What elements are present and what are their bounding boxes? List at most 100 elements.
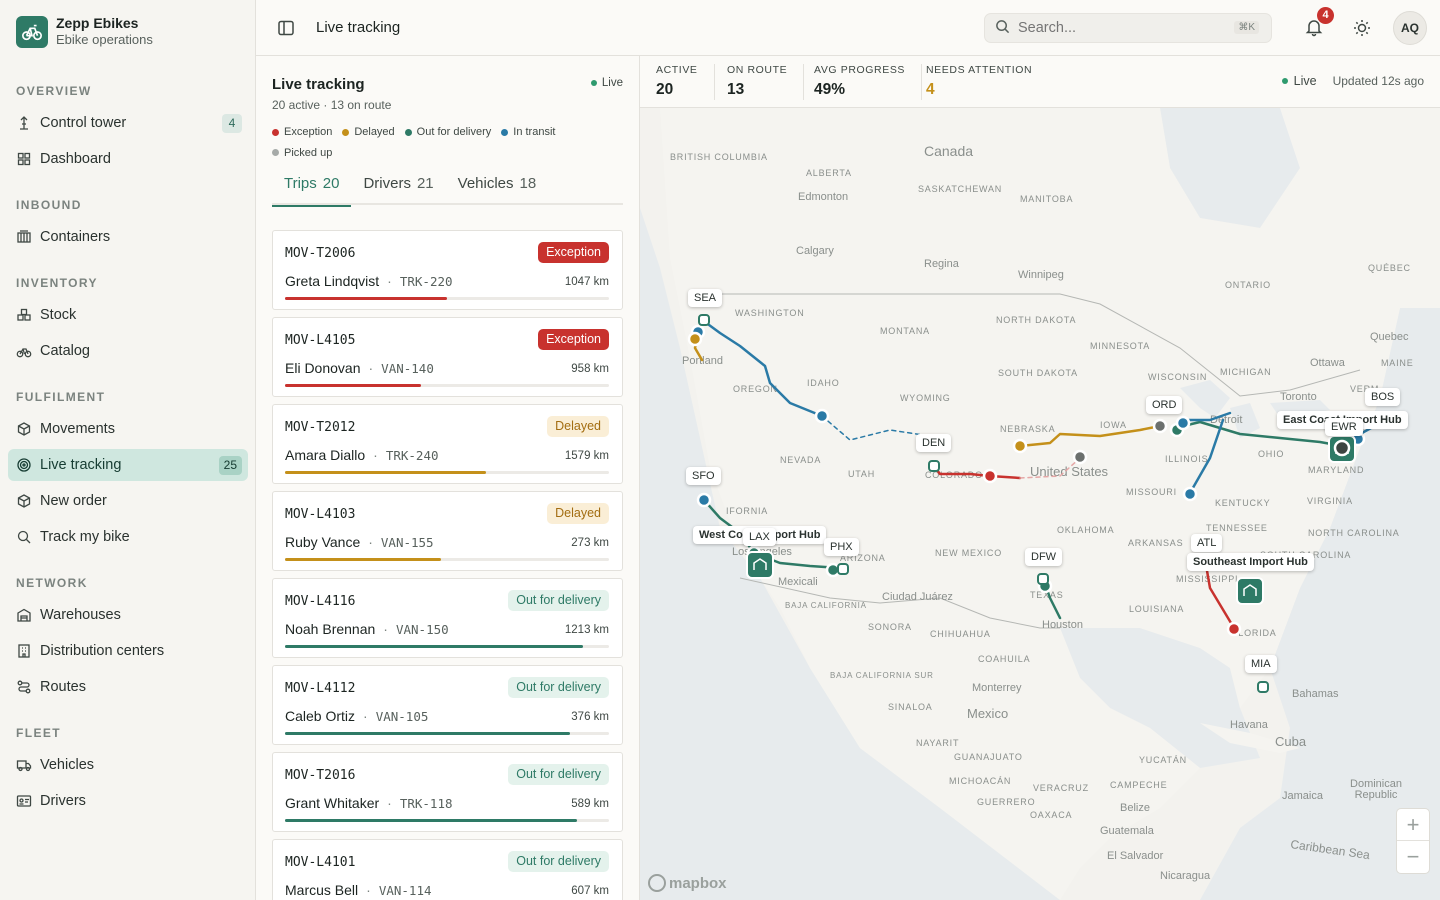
- search-box[interactable]: ⌘K: [984, 13, 1272, 43]
- trip-driver-line: Eli Donovan · VAN-140: [285, 360, 434, 376]
- trip-card[interactable]: MOV-L4105 Exception Eli Donovan · VAN-140 958…: [272, 317, 623, 397]
- separator: ·: [368, 360, 374, 376]
- trip-card[interactable]: MOV-T2012 Delayed Amara Diallo · TRK-240 1579…: [272, 404, 623, 484]
- tracking-map[interactable]: Canada United States Mexico Cuba BRITISH COL…: [640, 108, 1440, 900]
- sidebar-item-label: Routes: [40, 679, 86, 695]
- sidebar-item-control-tower[interactable]: Control tower 4: [8, 107, 248, 139]
- driver-name: Greta Lindqvist: [285, 273, 380, 289]
- marker-sfo[interactable]: [696, 492, 712, 508]
- map-label: SINALOA: [888, 702, 933, 712]
- node-mia[interactable]: [1257, 681, 1269, 693]
- sidebar-item-containers[interactable]: Containers: [8, 221, 248, 253]
- brand[interactable]: Zepp Ebikes Ebike operations: [16, 15, 153, 48]
- marker-sea-2[interactable]: [687, 331, 703, 347]
- updated-time: Updated 12s ago: [1332, 74, 1424, 88]
- vehicle-id: TRK-220: [399, 274, 453, 289]
- sidebar-item-dashboard[interactable]: Dashboard: [8, 143, 248, 175]
- trip-id: MOV-T2012: [285, 420, 356, 435]
- trip-id: MOV-L4116: [285, 594, 356, 609]
- sidebar-item-vehicles[interactable]: Vehicles: [8, 749, 248, 781]
- sidebar-item-label: New order: [40, 493, 107, 509]
- legend-label: Exception: [284, 126, 333, 138]
- node-dfw[interactable]: [1037, 573, 1049, 585]
- map-label: MONTANA: [880, 326, 930, 336]
- trip-distance: 1047 km: [564, 276, 609, 288]
- vehicle-id: TRK-118: [399, 796, 453, 811]
- sidebar-item-stock[interactable]: Stock: [8, 299, 248, 331]
- map-label: Toronto: [1280, 391, 1317, 403]
- zoom-in-button[interactable]: +: [1397, 809, 1429, 841]
- mapbox-icon: [648, 874, 666, 892]
- sidebar-item-drivers[interactable]: Drivers: [8, 785, 248, 817]
- sidebar-item-label: Dashboard: [40, 151, 111, 167]
- progress-track: [285, 384, 609, 387]
- sidebar-item-new-order[interactable]: New order: [8, 485, 248, 517]
- map-label: Ciudad Juárez: [882, 591, 953, 603]
- tab-trips[interactable]: Trips 20: [272, 168, 352, 207]
- map-label: UTAH: [848, 469, 875, 479]
- container-icon: [16, 229, 32, 245]
- driver-name: Amara Diallo: [285, 447, 366, 463]
- sidebar-item-track-my-bike[interactable]: Track my bike: [8, 521, 248, 553]
- trip-card[interactable]: MOV-L4116 Out for delivery Noah Brennan · VA…: [272, 578, 623, 658]
- map-label: NEW MEXICO: [935, 548, 1002, 558]
- map-label: QUÉBEC: [1368, 263, 1411, 273]
- marker-den-red[interactable]: [982, 468, 998, 484]
- trip-card[interactable]: MOV-L4101 Out for delivery Marcus Bell · VAN…: [272, 839, 623, 900]
- driver-name: Eli Donovan: [285, 360, 361, 376]
- sidebar-toggle-icon[interactable]: [276, 18, 296, 38]
- nav-section-title: INBOUND: [16, 198, 82, 212]
- node-label-sea: SEA: [688, 289, 723, 307]
- legend-dot-icon: [272, 128, 279, 136]
- sidebar-item-catalog[interactable]: Catalog: [8, 335, 248, 367]
- trip-distance: 376 km: [571, 711, 609, 723]
- trip-card[interactable]: MOV-L4103 Delayed Ruby Vance · VAN-155 273 km: [272, 491, 623, 571]
- tab-drivers[interactable]: Drivers 21: [351, 168, 445, 205]
- map-label: CHIHUAHUA: [930, 629, 991, 639]
- node-phx[interactable]: [837, 563, 849, 575]
- marker-ne-yellow[interactable]: [1012, 438, 1028, 454]
- trip-card[interactable]: MOV-L4112 Out for delivery Caleb Ortiz · VAN…: [272, 665, 623, 745]
- panel-tabs: Trips 20 Drivers 21 Vehicles 18: [272, 168, 623, 207]
- map-canvas[interactable]: Canada United States Mexico Cuba BRITISH COL…: [640, 108, 1440, 900]
- sidebar-item-label: Drivers: [40, 793, 86, 809]
- marker-chi-1[interactable]: [1152, 418, 1168, 434]
- theme-toggle-icon[interactable]: [1352, 18, 1372, 38]
- legend-item: In transit: [501, 122, 555, 142]
- tab-vehicles[interactable]: Vehicles 18: [446, 168, 549, 205]
- marker-mo-grey[interactable]: [1072, 449, 1088, 465]
- trip-distance: 1213 km: [564, 624, 609, 636]
- hub-southeast-icon[interactable]: [1236, 577, 1264, 605]
- sidebar-item-warehouses[interactable]: Warehouses: [8, 599, 248, 631]
- map-label: Regina: [924, 258, 960, 270]
- sidebar: Zepp Ebikes Ebike operations OVERVIEW Con…: [0, 0, 256, 900]
- map-label: Winnipeg: [1018, 269, 1064, 281]
- sidebar-item-distribution-centers[interactable]: Distribution centers: [8, 635, 248, 667]
- mapbox-logo[interactable]: mapbox: [648, 874, 727, 892]
- hub-west-icon[interactable]: [746, 551, 774, 579]
- map-label: WISCONSIN: [1148, 372, 1207, 382]
- status-legend: Exception Delayed Out for delivery In trans…: [272, 122, 612, 163]
- cube-icon: [16, 493, 32, 509]
- trip-card[interactable]: MOV-T2006 Exception Greta Lindqvist · TRK-22…: [272, 230, 623, 310]
- sidebar-item-label: Warehouses: [40, 607, 121, 623]
- marker-boi[interactable]: [814, 408, 830, 424]
- marker-ky[interactable]: [1182, 486, 1198, 502]
- sidebar-item-movements[interactable]: Movements: [8, 413, 248, 445]
- trip-card[interactable]: MOV-T2016 Out for delivery Grant Whitaker ·…: [272, 752, 623, 832]
- map-label: Edmonton: [798, 191, 848, 203]
- marker-ewr-2[interactable]: [1333, 439, 1351, 457]
- progress-fill: [285, 297, 447, 300]
- node-den[interactable]: [928, 460, 940, 472]
- progress-fill: [285, 558, 441, 561]
- user-avatar[interactable]: AQ: [1393, 11, 1427, 45]
- map-label: Belize: [1120, 802, 1150, 814]
- node-sea[interactable]: [698, 314, 710, 326]
- sidebar-item-live-tracking[interactable]: Live tracking 25: [8, 449, 248, 481]
- marker-chi-3[interactable]: [1175, 415, 1191, 431]
- sidebar-item-routes[interactable]: Routes: [8, 671, 248, 703]
- search-input[interactable]: [1018, 20, 1218, 36]
- zoom-out-button[interactable]: −: [1397, 841, 1429, 873]
- map-label: NORTH DAKOTA: [996, 315, 1076, 325]
- marker-fl[interactable]: [1226, 621, 1242, 637]
